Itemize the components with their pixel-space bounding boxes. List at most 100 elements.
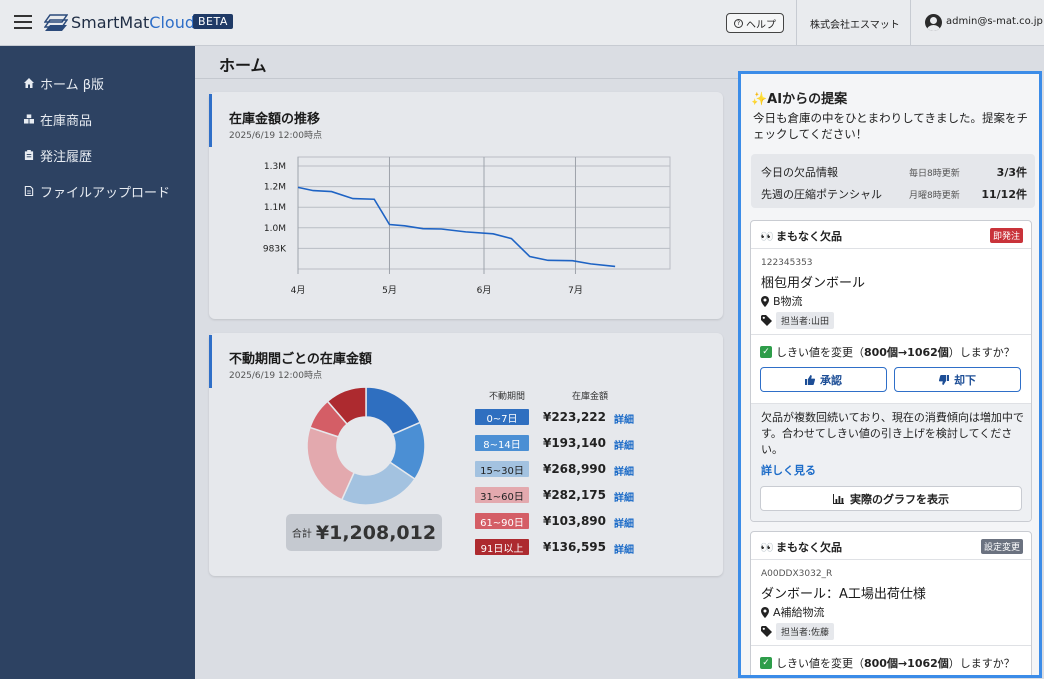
question-text: しきい値を変更（ bbox=[776, 657, 864, 670]
details-link[interactable]: 詳細 bbox=[614, 541, 634, 556]
suggestion-card: 👀 まもなく欠品 設定変更 A00DDX3032_R ダンボール：A工場出荷仕様 … bbox=[750, 531, 1032, 675]
info-update: 月曜8時更新 bbox=[909, 191, 960, 201]
logo-accent: Cloud bbox=[149, 13, 195, 32]
column-header-period: 不動期間 bbox=[489, 392, 526, 402]
more-details-link[interactable]: 詳しく見る bbox=[761, 462, 816, 478]
thumbs-up-icon bbox=[805, 374, 815, 385]
y-tick-label: 983K bbox=[263, 244, 287, 254]
ai-message: 今日も倉庫の中をひとまわりしてきました。提案をチェックしてください！ bbox=[753, 111, 1028, 141]
explanation-area: 欠品が複数回続いており、現在の消費傾向は増加中です。合わせてしきい値の引き上げを… bbox=[751, 403, 1031, 521]
info-update: 毎日8時更新 bbox=[909, 169, 960, 179]
approve-button[interactable]: 承認 bbox=[760, 367, 887, 392]
header-divider bbox=[796, 0, 797, 46]
period-badge: 61~90日 bbox=[475, 513, 529, 529]
period-amount: ¥282,175 bbox=[542, 488, 606, 502]
x-tick-label: 5月 bbox=[382, 285, 397, 296]
checkmark-icon: ✓ bbox=[760, 346, 772, 358]
location-pin-icon bbox=[761, 606, 769, 618]
user-email[interactable]: admin@s-mat.co.jp bbox=[946, 16, 1043, 27]
y-tick-label: 1.1M bbox=[264, 203, 286, 213]
question-icon: ? bbox=[734, 18, 743, 28]
donut-slice[interactable] bbox=[306, 426, 356, 501]
info-summary-box: 今日の欠品情報 毎日8時更新 3/3件 先週の圧縮ポテンシャル 月曜8時更新 1… bbox=[751, 154, 1035, 208]
y-tick-label: 1.0M bbox=[264, 224, 286, 234]
y-tick-label: 1.2M bbox=[264, 183, 286, 193]
question-values: 800個→1062個 bbox=[864, 657, 949, 670]
period-amount: ¥136,595 bbox=[542, 540, 606, 554]
sidebar-item-orders[interactable]: 発注履歴 bbox=[24, 146, 92, 165]
column-header-amount: 在庫金額 bbox=[572, 392, 609, 402]
page-title: ホーム bbox=[219, 56, 267, 75]
app-header: SmartMatCloud BETA ? ヘルプ 株式会社エスマット admin@… bbox=[0, 0, 1044, 46]
user-avatar-icon[interactable] bbox=[925, 14, 942, 31]
info-count: 11/12件 bbox=[981, 188, 1027, 201]
file-icon bbox=[24, 186, 34, 196]
info-count: 3/3件 bbox=[996, 166, 1027, 179]
assignee-tag: 担当者:山田 bbox=[776, 312, 835, 329]
eyes-icon: 👀 bbox=[760, 230, 774, 243]
help-label: ヘルプ bbox=[746, 19, 776, 31]
x-tick-label: 7月 bbox=[568, 285, 583, 296]
aging-donut-chart bbox=[306, 386, 426, 506]
sidebar-item-label: 在庫商品 bbox=[40, 113, 93, 129]
beta-badge: BETA bbox=[193, 14, 233, 29]
period-badge: 91日以上 bbox=[475, 539, 529, 555]
logo-icon bbox=[44, 14, 68, 31]
y-tick-label: 1.3M bbox=[264, 162, 286, 172]
approve-label: 承認 bbox=[820, 373, 842, 387]
hamburger-menu-icon[interactable] bbox=[14, 15, 32, 29]
details-link[interactable]: 詳細 bbox=[614, 437, 634, 452]
thumbs-down-icon bbox=[939, 374, 949, 385]
boxes-icon bbox=[24, 114, 34, 124]
info-row-stockout[interactable]: 今日の欠品情報 毎日8時更新 3/3件 bbox=[761, 164, 1027, 180]
product-name[interactable]: ダンボール：A工場出荷仕様 bbox=[761, 583, 926, 602]
explanation-text: 欠品が複数回続いており、現在の消費傾向は増加中です。合わせてしきい値の引き上げを… bbox=[761, 411, 1024, 456]
details-link[interactable]: 詳細 bbox=[614, 515, 634, 530]
tag-icon bbox=[761, 315, 772, 326]
ai-suggestion-panel: ✨AIからの提案 今日も倉庫の中をひとまわりしてきました。提案をチェックしてくだ… bbox=[738, 71, 1042, 678]
sidebar-item-home[interactable]: ホーム β版 bbox=[24, 74, 105, 93]
sidebar-item-upload[interactable]: ファイルアップロード bbox=[24, 182, 171, 201]
info-row-compression[interactable]: 先週の圧縮ポテンシャル 月曜8時更新 11/12件 bbox=[761, 186, 1027, 202]
show-graph-button[interactable]: 実際のグラフを表示 bbox=[760, 486, 1022, 511]
product-location: A補給物流 bbox=[761, 604, 825, 620]
company-name[interactable]: 株式会社エスマット bbox=[810, 16, 900, 31]
card-title: 不動期間ごとの在庫金額 bbox=[229, 352, 372, 367]
suggestion-card-header: 👀 まもなく欠品 即発注 bbox=[751, 221, 1031, 249]
reject-button[interactable]: 却下 bbox=[894, 367, 1021, 392]
show-graph-label: 実際のグラフを表示 bbox=[850, 492, 949, 506]
urgent-badge: 即発注 bbox=[989, 228, 1023, 243]
x-tick-label: 4月 bbox=[291, 285, 306, 296]
threshold-question: ✓ しきい値を変更（800個→1062個）しますか？ bbox=[760, 344, 1015, 360]
details-link[interactable]: 詳細 bbox=[614, 489, 634, 504]
product-name[interactable]: 梱包用ダンボール bbox=[761, 272, 865, 291]
clipboard-icon bbox=[24, 150, 34, 160]
assignee-tag-row: 担当者:山田 bbox=[761, 312, 835, 329]
period-amount: ¥103,890 bbox=[542, 514, 606, 528]
location-label: B物流 bbox=[773, 295, 803, 308]
location-pin-icon bbox=[761, 295, 769, 307]
sidebar-item-label: ファイルアップロード bbox=[40, 185, 171, 201]
info-label: 今日の欠品情報 bbox=[761, 166, 838, 179]
help-button[interactable]: ? ヘルプ bbox=[726, 13, 784, 33]
suggestion-heading: まもなく欠品 bbox=[776, 230, 842, 243]
divider bbox=[751, 334, 1031, 335]
card-title: 在庫金額の推移 bbox=[229, 112, 321, 127]
sidebar-item-label: ホーム β版 bbox=[40, 77, 105, 93]
x-tick-label: 6月 bbox=[477, 285, 492, 296]
question-text: しきい値を変更（ bbox=[776, 346, 864, 359]
suggestion-card-header: 👀 まもなく欠品 設定変更 bbox=[751, 532, 1031, 560]
details-link[interactable]: 詳細 bbox=[614, 463, 634, 478]
logo-main: SmartMat bbox=[71, 13, 150, 32]
product-sku: A00DDX3032_R bbox=[761, 569, 833, 579]
sidebar-item-inventory[interactable]: 在庫商品 bbox=[24, 110, 93, 129]
bar-chart-icon bbox=[833, 493, 844, 504]
details-link[interactable]: 詳細 bbox=[614, 411, 634, 426]
eyes-icon: 👀 bbox=[760, 541, 774, 554]
card-accent bbox=[209, 335, 212, 388]
tag-icon bbox=[761, 626, 772, 637]
total-value: ¥1,208,012 bbox=[315, 521, 437, 544]
home-icon bbox=[24, 78, 34, 88]
question-values: 800個→1062個 bbox=[864, 346, 949, 359]
period-badge: 31~60日 bbox=[475, 487, 529, 503]
